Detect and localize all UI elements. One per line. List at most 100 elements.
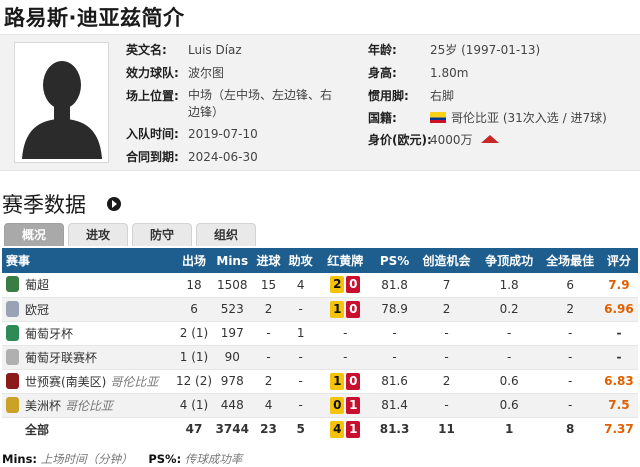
table-header-cell[interactable]: 出场: [175, 248, 213, 273]
competition-cell: 葡萄牙杯: [2, 321, 176, 346]
age-value: 25岁 (1997-01-13): [430, 43, 541, 57]
competition-name[interactable]: 葡超: [25, 278, 49, 292]
competition-cell: 美洲杯 哥伦比亚: [2, 393, 176, 418]
competition-cell: 全部: [2, 417, 176, 441]
competition-logo-icon: [6, 324, 19, 341]
table-header-cell[interactable]: 进球: [252, 248, 285, 273]
table-row[interactable]: 葡萄牙联赛杯 1 (1) 90- - - - - - - -: [2, 345, 638, 370]
table-row[interactable]: 世预赛(南美区) 哥伦比亚 12 (2) 978 2-1 0 81.6 2 0.6-6.83: [2, 369, 638, 394]
tab-3[interactable]: 组织: [196, 223, 256, 246]
page-title: 路易斯·迪亚兹简介: [4, 6, 185, 30]
person-silhouette-icon: [22, 61, 102, 159]
mins-cell: 197: [212, 321, 253, 346]
competition-name[interactable]: 美洲杯: [25, 399, 61, 413]
nationality-value[interactable]: 哥伦比亚 (31次入选 / 进7球): [451, 111, 607, 125]
competition-logo-icon: [6, 396, 19, 413]
tab-0[interactable]: 概况: [4, 223, 64, 246]
red-card-badge: 0: [346, 300, 361, 318]
apps-cell: 6: [175, 297, 213, 322]
table-row[interactable]: 葡超 18 1508 15 4 2 0 81.8 7 1.8 6 7.9: [2, 273, 638, 298]
ps-cell: -: [373, 345, 416, 370]
mins-cell: 3744: [212, 417, 253, 441]
goals-cell: -: [252, 345, 285, 370]
foot-value: 右脚: [430, 89, 455, 103]
competition-cell: 葡超: [2, 273, 176, 298]
table-header-row: 赛事 出场 Mins 进球 助攻 红黄牌 PS% 创造机会 争顶成功 全场最佳 评分: [2, 248, 638, 273]
assists-cell: 1: [284, 321, 317, 346]
apps-cell: 18: [175, 273, 213, 298]
profile-label: 英文名:: [126, 43, 167, 57]
competition-name[interactable]: 世预赛(南美区): [25, 375, 106, 389]
cards-empty: -: [343, 350, 348, 364]
profile-value[interactable]: 波尔图: [188, 64, 224, 83]
table-header-cell[interactable]: Mins: [212, 248, 253, 273]
rating-cell: -: [599, 345, 638, 370]
cards-empty: -: [343, 326, 348, 340]
competition-logo-icon: [6, 348, 19, 365]
height-label: 身高:: [368, 66, 397, 80]
motm-cell: -: [540, 321, 600, 346]
ps-cell: 81.8: [373, 273, 416, 298]
chances-cell: -: [415, 393, 478, 418]
footnote-mins-desc: 上场时间（分钟）: [40, 452, 133, 466]
competition-team-note: 哥伦比亚: [110, 374, 159, 389]
motm-cell: 6: [540, 273, 600, 298]
table-header-cell[interactable]: 助攻: [284, 248, 317, 273]
motm-cell: 2: [540, 297, 600, 322]
tab-2[interactable]: 防守: [132, 223, 192, 246]
apps-cell: 12 (2): [175, 369, 213, 394]
footnote-ps-key: PS%:: [148, 452, 182, 466]
profile-value: 2024-06-30: [188, 150, 258, 164]
cards-cell: 20: [316, 273, 374, 298]
table-header-cell[interactable]: 争顶成功: [477, 248, 541, 273]
motm-cell: -: [540, 393, 600, 418]
up-arrow-icon: [480, 135, 499, 143]
profile-info-right: 年龄: 25岁 (1997-01-13) 身高: 1.80m 惯用脚: 右脚 国…: [368, 41, 638, 147]
market-value-label: 身价(欧元):: [368, 133, 432, 147]
table-total-row[interactable]: 全部 47 3744 23 5 4 1 81.3 11 1 8 7.37: [2, 417, 638, 441]
goals-cell: 4: [252, 393, 285, 418]
table-row[interactable]: 葡萄牙杯 2 (1) 197-1- - - - - -: [2, 321, 638, 346]
chances-cell: -: [415, 345, 478, 370]
ps-cell: 81.4: [373, 393, 416, 418]
competition-name[interactable]: 葡萄牙联赛杯: [25, 351, 97, 365]
mins-cell: 90: [212, 345, 253, 370]
competition-logo-icon: [6, 300, 19, 317]
yellow-card-badge: 1: [330, 300, 345, 318]
table-row[interactable]: 美洲杯 哥伦比亚 4 (1) 448 4-0 1 81.4-0.6-7.5: [2, 393, 638, 418]
ps-cell: -: [373, 321, 416, 346]
table-header-cell[interactable]: 赛事: [2, 248, 176, 273]
motm-cell: -: [540, 369, 600, 394]
footnote-mins-key: Mins:: [2, 452, 38, 466]
table-header-cell[interactable]: 红黄牌: [316, 248, 374, 273]
motm-cell: -: [540, 345, 600, 370]
ps-cell: 78.9: [373, 297, 416, 322]
table-header-cell[interactable]: 全场最佳: [540, 248, 600, 273]
apps-cell: 1 (1): [175, 345, 213, 370]
competition-logo-icon: [6, 276, 19, 293]
player-profile-page: 路易斯·迪亚兹简介 英文名: Luis Díaz 效力球队: 波尔图 场上位置: 中场（左…: [0, 0, 640, 466]
goals-cell: 15: [252, 273, 285, 298]
ps-cell: 81.3: [373, 417, 416, 441]
circle-arrow-right-icon[interactable]: [107, 197, 121, 211]
profile-info-left: 英文名: Luis Díaz 效力球队: 波尔图 场上位置: 中场（左中场、左边锋、右边锋…: [126, 41, 356, 166]
profile-label: 入队时间:: [126, 127, 179, 141]
aerials-cell: -: [477, 345, 541, 370]
competition-name[interactable]: 葡萄牙杯: [25, 327, 73, 341]
aerials-cell: 0.6: [477, 369, 541, 394]
nationality-value-wrap: 哥伦比亚 (31次入选 / 进7球): [430, 109, 607, 128]
competition-cell: 葡萄牙联赛杯: [2, 345, 176, 370]
table-row[interactable]: 欧冠 6 523 2-1 0 78.9 2 0.2 2 6.96: [2, 297, 638, 322]
yellow-card-badge: 4: [330, 420, 345, 438]
table-header-cell[interactable]: 创造机会: [415, 248, 478, 273]
table-header-cell[interactable]: PS%: [373, 248, 416, 273]
competition-name[interactable]: 欧冠: [25, 303, 49, 317]
yellow-card-badge: 0: [330, 396, 345, 414]
table-header-cell[interactable]: 评分: [599, 248, 638, 273]
profile-label: 效力球队:: [126, 66, 179, 80]
tab-1[interactable]: 进攻: [68, 223, 128, 246]
profile-value: 中场（左中场、左边锋、右边锋）: [188, 88, 333, 119]
assists-cell: -: [284, 345, 317, 370]
market-value: 4000万: [430, 133, 473, 147]
rating-cell: 6.96: [599, 297, 638, 322]
